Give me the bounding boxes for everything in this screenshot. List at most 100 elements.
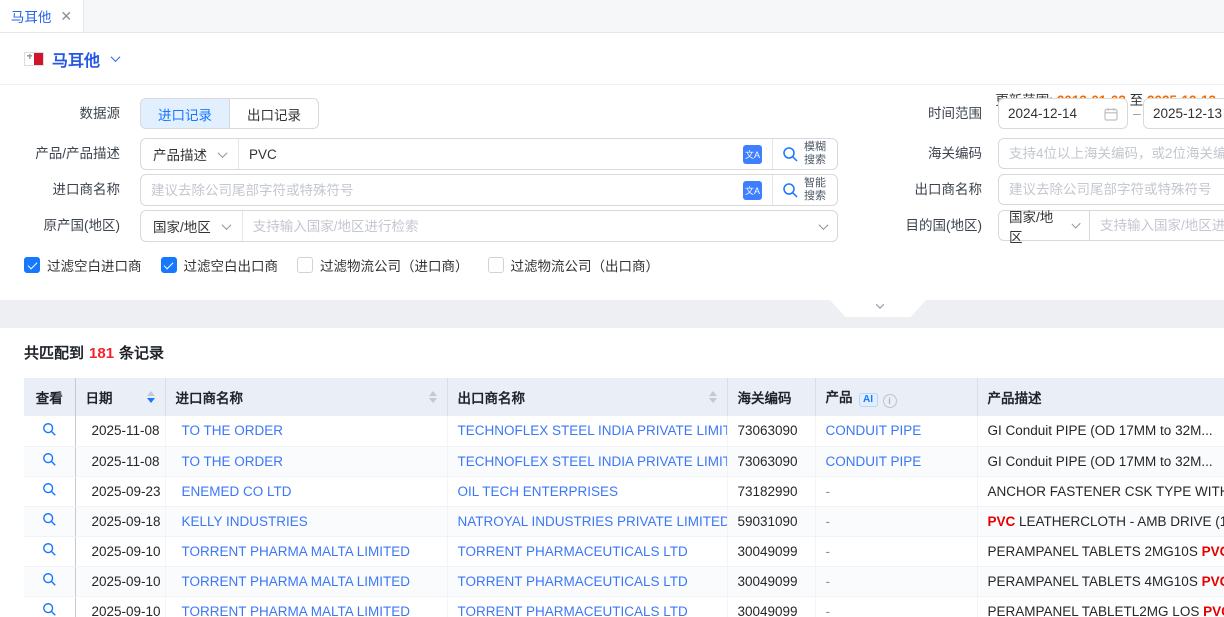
filter-checkbox[interactable]: 过滤空白出口商 [161, 255, 279, 275]
info-icon[interactable]: i [883, 394, 897, 408]
view-record-button[interactable] [42, 542, 57, 557]
translate-icon[interactable]: 文A [743, 181, 762, 200]
product-filter-label: 产品/产品描述 [0, 138, 130, 170]
product-filter-group: 产品描述 文A 模糊搜索 [140, 138, 838, 170]
exporter-link[interactable]: TECHNOFLEX STEEL INDIA PRIVATE LIMITED [458, 423, 728, 438]
data-source-label: 数据源 [0, 98, 130, 130]
origin-country-input[interactable] [253, 219, 808, 234]
checkbox-label: 过滤物流公司（进口商） [320, 255, 469, 275]
filter-checkbox[interactable]: 过滤物流公司（进口商） [297, 255, 469, 275]
exporter-link[interactable]: TORRENT PHARMACEUTICALS LTD [458, 544, 688, 559]
exporter-link[interactable]: OIL TECH ENTERPRISES [458, 484, 619, 499]
destination-type-select[interactable]: 国家/地区 [998, 210, 1090, 241]
checkbox-icon[interactable] [161, 257, 177, 273]
importer-link[interactable]: TO THE ORDER [182, 454, 284, 469]
product-empty: - [826, 514, 831, 529]
exporter-name-field [998, 174, 1224, 205]
product-type-select[interactable]: 产品描述 [141, 139, 239, 169]
results-section: 共匹配到181条记录 查看 日期 进口商名称 出口商名称 [0, 328, 1224, 617]
sort-icon[interactable] [709, 391, 717, 403]
view-record-button[interactable] [42, 422, 57, 437]
product-search-input[interactable] [249, 147, 735, 162]
hs-code-label: 海关编码 [870, 138, 990, 170]
importer-link[interactable]: TO THE ORDER [182, 423, 284, 438]
exporter-link[interactable]: TECHNOFLEX STEEL INDIA PRIVATE LIMITED [458, 454, 728, 469]
importer-link[interactable]: ENEMED CO LTD [182, 484, 292, 499]
importer-link[interactable]: TORRENT PHARMA MALTA LIMITED [182, 544, 411, 559]
tab-label: 马耳他 [11, 6, 52, 26]
date-start-input[interactable]: 2024-12-14 [998, 98, 1128, 129]
sort-icon[interactable] [429, 391, 437, 403]
origin-country-type-select[interactable]: 国家/地区 [141, 211, 243, 241]
table-row: 2025-11-08TO THE ORDERTECHNOFLEX STEEL I… [24, 416, 1224, 446]
column-header-date[interactable]: 日期 [75, 378, 165, 416]
product-link[interactable]: CONDUIT PIPE [826, 423, 922, 438]
page-header: 马耳他 [0, 33, 1224, 85]
collapse-panel-button[interactable] [830, 300, 926, 317]
checkbox-label: 过滤空白出口商 [184, 255, 279, 275]
chevron-down-icon [218, 148, 228, 158]
keyword-highlight: PVC [988, 514, 1016, 529]
exporter-link[interactable]: NATROYAL INDUSTRIES PRIVATE LIMITED [458, 514, 728, 529]
magnifier-icon [42, 602, 57, 617]
destination-country-field [1090, 210, 1224, 241]
importer-name-input[interactable] [151, 183, 735, 198]
exporter-name-input[interactable] [1009, 182, 1224, 197]
ai-badge: AI [859, 393, 878, 407]
magnifier-icon [42, 452, 57, 467]
view-record-button[interactable] [42, 512, 57, 527]
sort-icon[interactable] [147, 391, 155, 403]
hs-code-input[interactable] [1009, 146, 1224, 161]
view-record-button[interactable] [42, 452, 57, 467]
hs-code-cell: 59031090 [727, 506, 815, 536]
tab-malta[interactable]: 马耳他 ✕ [0, 0, 84, 32]
chevron-down-icon[interactable] [111, 52, 121, 62]
exporter-link[interactable]: TORRENT PHARMACEUTICALS LTD [458, 604, 688, 617]
checkbox-icon[interactable] [488, 257, 504, 273]
checkbox-icon[interactable] [24, 257, 40, 273]
hs-code-field [998, 138, 1224, 169]
date-cell: 2025-11-08 [75, 446, 165, 476]
importer-link[interactable]: KELLY INDUSTRIES [182, 514, 308, 529]
search-icon [782, 182, 799, 199]
time-range-label: 时间范围 [870, 98, 990, 130]
importer-link[interactable]: TORRENT PHARMA MALTA LIMITED [182, 574, 411, 589]
table-row: 2025-09-23ENEMED CO LTDOIL TECH ENTERPRI… [24, 476, 1224, 506]
exporter-link[interactable]: TORRENT PHARMACEUTICALS LTD [458, 574, 688, 589]
window-tab-bar: 马耳他 ✕ [0, 0, 1224, 33]
translate-icon[interactable]: 文A [743, 145, 762, 164]
date-end-input[interactable]: 2025-12-13 [1143, 98, 1224, 129]
hs-code-cell: 30049099 [727, 596, 815, 617]
column-header-importer[interactable]: 进口商名称 [165, 378, 447, 416]
hs-code-cell: 73182990 [727, 476, 815, 506]
page-title: 马耳他 [52, 47, 100, 71]
view-record-button[interactable] [42, 602, 57, 617]
close-icon[interactable]: ✕ [60, 9, 72, 23]
tab-import-records[interactable]: 进口记录 [141, 99, 229, 128]
filter-checkbox[interactable]: 过滤物流公司（出口商） [488, 255, 660, 275]
filter-checkbox[interactable]: 过滤空白进口商 [24, 255, 142, 275]
table-row: 2025-09-18KELLY INDUSTRIESNATROYAL INDUS… [24, 506, 1224, 536]
column-header-hs-code: 海关编码 [727, 378, 815, 416]
result-count-suffix: 条记录 [119, 345, 164, 362]
view-record-button[interactable] [42, 572, 57, 587]
tab-export-records[interactable]: 出口记录 [229, 99, 318, 128]
checkbox-label: 过滤空白进口商 [47, 255, 142, 275]
fuzzy-search-button[interactable]: 模糊搜索 [772, 139, 837, 169]
column-header-exporter[interactable]: 出口商名称 [447, 378, 727, 416]
chevron-down-icon [876, 300, 884, 308]
description-cell: PERAMPANEL TABLETS 2MG10S PVC... [977, 536, 1224, 566]
smart-search-button[interactable]: 智能搜索 [772, 175, 837, 205]
product-link[interactable]: CONDUIT PIPE [826, 454, 922, 469]
date-cell: 2025-09-10 [75, 536, 165, 566]
product-empty: - [826, 604, 831, 617]
description-cell: PERAMPANEL TABLETS 4MG10S PVC... [977, 566, 1224, 596]
checkbox-icon[interactable] [297, 257, 313, 273]
importer-link[interactable]: TORRENT PHARMA MALTA LIMITED [182, 604, 411, 617]
description-cell: PERAMPANEL TABLETL2MG LOS PVC... [977, 596, 1224, 617]
destination-country-input[interactable] [1100, 218, 1224, 233]
column-label: 产品 [826, 390, 853, 405]
view-record-button[interactable] [42, 482, 57, 497]
chevron-down-icon [1071, 219, 1080, 228]
data-source-switch: 进口记录 出口记录 [140, 98, 319, 129]
